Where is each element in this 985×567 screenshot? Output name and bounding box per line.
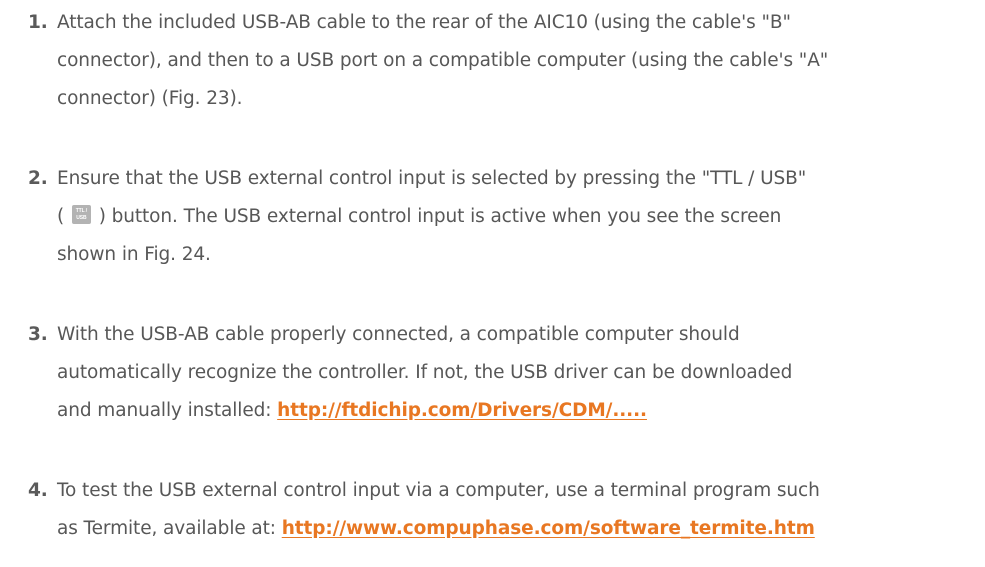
link-prefix-text: as Termite, available at: — [57, 518, 282, 539]
step-text-line: Attach the included USB-AB cable to the … — [57, 12, 791, 33]
icon-bottom-text: USB — [76, 215, 87, 221]
step-text-line: ( TTL / USB ) button. The USB external c… — [57, 198, 983, 236]
paren-open: ( — [57, 206, 65, 227]
step-text-line: shown in Fig. 24. — [57, 244, 211, 265]
step-text-after-icon: ) button. The USB external control input… — [98, 206, 782, 227]
step-text-line: as Termite, available at: http://www.com… — [57, 510, 983, 548]
step-number: 1. — [28, 12, 48, 33]
step-number: 4. — [28, 480, 48, 501]
icon-top-text: TTL / — [75, 208, 88, 214]
step-text: Ensure that the USB external control inp… — [57, 160, 983, 274]
termite-download-link[interactable]: http://www.compuphase.com/software_termi… — [282, 518, 815, 539]
step-1: 1. Attach the included USB-AB cable to t… — [28, 4, 983, 118]
step-text-line: Ensure that the USB external control inp… — [57, 168, 807, 189]
step-text-line: and manually installed: http://ftdichip.… — [57, 392, 983, 430]
step-number: 3. — [28, 324, 48, 345]
step-3: 3. With the USB-AB cable properly connec… — [28, 316, 983, 430]
ttl-usb-button-icon: TTL / USB — [71, 205, 91, 224]
step-text: To test the USB external control input v… — [57, 472, 983, 548]
ftdi-driver-link[interactable]: http://ftdichip.com/Drivers/CDM/..... — [277, 400, 647, 421]
step-4: 4. To test the USB external control inpu… — [28, 472, 983, 548]
step-text-line: With the USB-AB cable properly connected… — [57, 324, 740, 345]
step-number: 2. — [28, 168, 48, 189]
link-prefix-text: and manually installed: — [57, 400, 278, 421]
step-text-line: connector), and then to a USB port on a … — [57, 50, 829, 71]
step-text-line: automatically recognize the controller. … — [57, 362, 793, 383]
step-text-line: connector) (Fig. 23). — [57, 88, 243, 109]
step-text-line: To test the USB external control input v… — [57, 480, 820, 501]
step-2: 2. Ensure that the USB external control … — [28, 160, 983, 274]
step-text: Attach the included USB-AB cable to the … — [57, 4, 983, 118]
step-text: With the USB-AB cable properly connected… — [57, 316, 983, 430]
